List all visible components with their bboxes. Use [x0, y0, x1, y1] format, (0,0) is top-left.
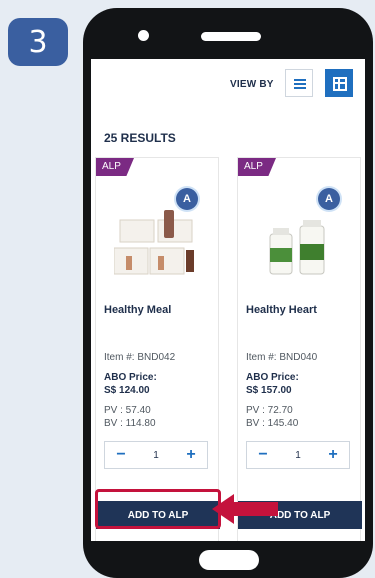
- results-count: 25 RESULTS: [104, 131, 176, 145]
- product-card: ALP A Healthy Meal Item #: BND042 ABO Pr…: [95, 157, 220, 541]
- plus-icon[interactable]: +: [317, 442, 349, 468]
- quantity-stepper: − 1 +: [104, 441, 208, 469]
- speaker: [201, 32, 261, 41]
- product-name: Healthy Heart: [246, 304, 317, 316]
- add-button-highlight: [95, 489, 221, 529]
- bv-value: BV : 145.40: [246, 418, 299, 429]
- camera: [138, 30, 149, 41]
- product-image: [114, 210, 194, 275]
- minus-icon[interactable]: −: [105, 442, 137, 468]
- product-image: [269, 220, 325, 275]
- phone-screen: VIEW BY 25 RESULTS ALP A Healthy Meal It…: [91, 59, 365, 541]
- home-button[interactable]: [199, 550, 259, 570]
- quantity-value[interactable]: 1: [137, 442, 175, 468]
- pv-value: PV : 72.70: [246, 405, 293, 416]
- bv-value: BV : 114.80: [104, 418, 156, 429]
- step-number-badge: 3: [8, 18, 68, 66]
- abo-price: S$ 124.00: [104, 385, 150, 396]
- alp-tag: ALP: [96, 158, 134, 176]
- quantity-value[interactable]: 1: [279, 442, 317, 468]
- abo-price-label: ABO Price:: [104, 372, 157, 383]
- item-number: Item #: BND042: [104, 352, 176, 363]
- view-by-bar: VIEW BY: [91, 69, 365, 101]
- item-number: Item #: BND040: [246, 352, 318, 363]
- alp-tag: ALP: [238, 158, 276, 176]
- grid-view-icon: [333, 77, 347, 91]
- abo-price: S$ 157.00: [246, 385, 292, 396]
- grid-view-button[interactable]: [325, 69, 353, 97]
- abo-price-label: ABO Price:: [246, 372, 299, 383]
- product-name: Healthy Meal: [104, 304, 172, 316]
- subscription-icon: A: [176, 188, 198, 210]
- pv-value: PV : 57.40: [104, 405, 151, 416]
- plus-icon[interactable]: +: [175, 442, 207, 468]
- subscription-icon: A: [318, 188, 340, 210]
- quantity-stepper: − 1 +: [246, 441, 350, 469]
- list-view-icon: [294, 79, 306, 89]
- list-view-button[interactable]: [285, 69, 313, 97]
- minus-icon[interactable]: −: [247, 442, 279, 468]
- view-by-label: VIEW BY: [230, 79, 274, 90]
- arrow-icon: [212, 494, 278, 524]
- product-card: ALP A Healthy Heart Item #: BND040 ABO P…: [237, 157, 362, 541]
